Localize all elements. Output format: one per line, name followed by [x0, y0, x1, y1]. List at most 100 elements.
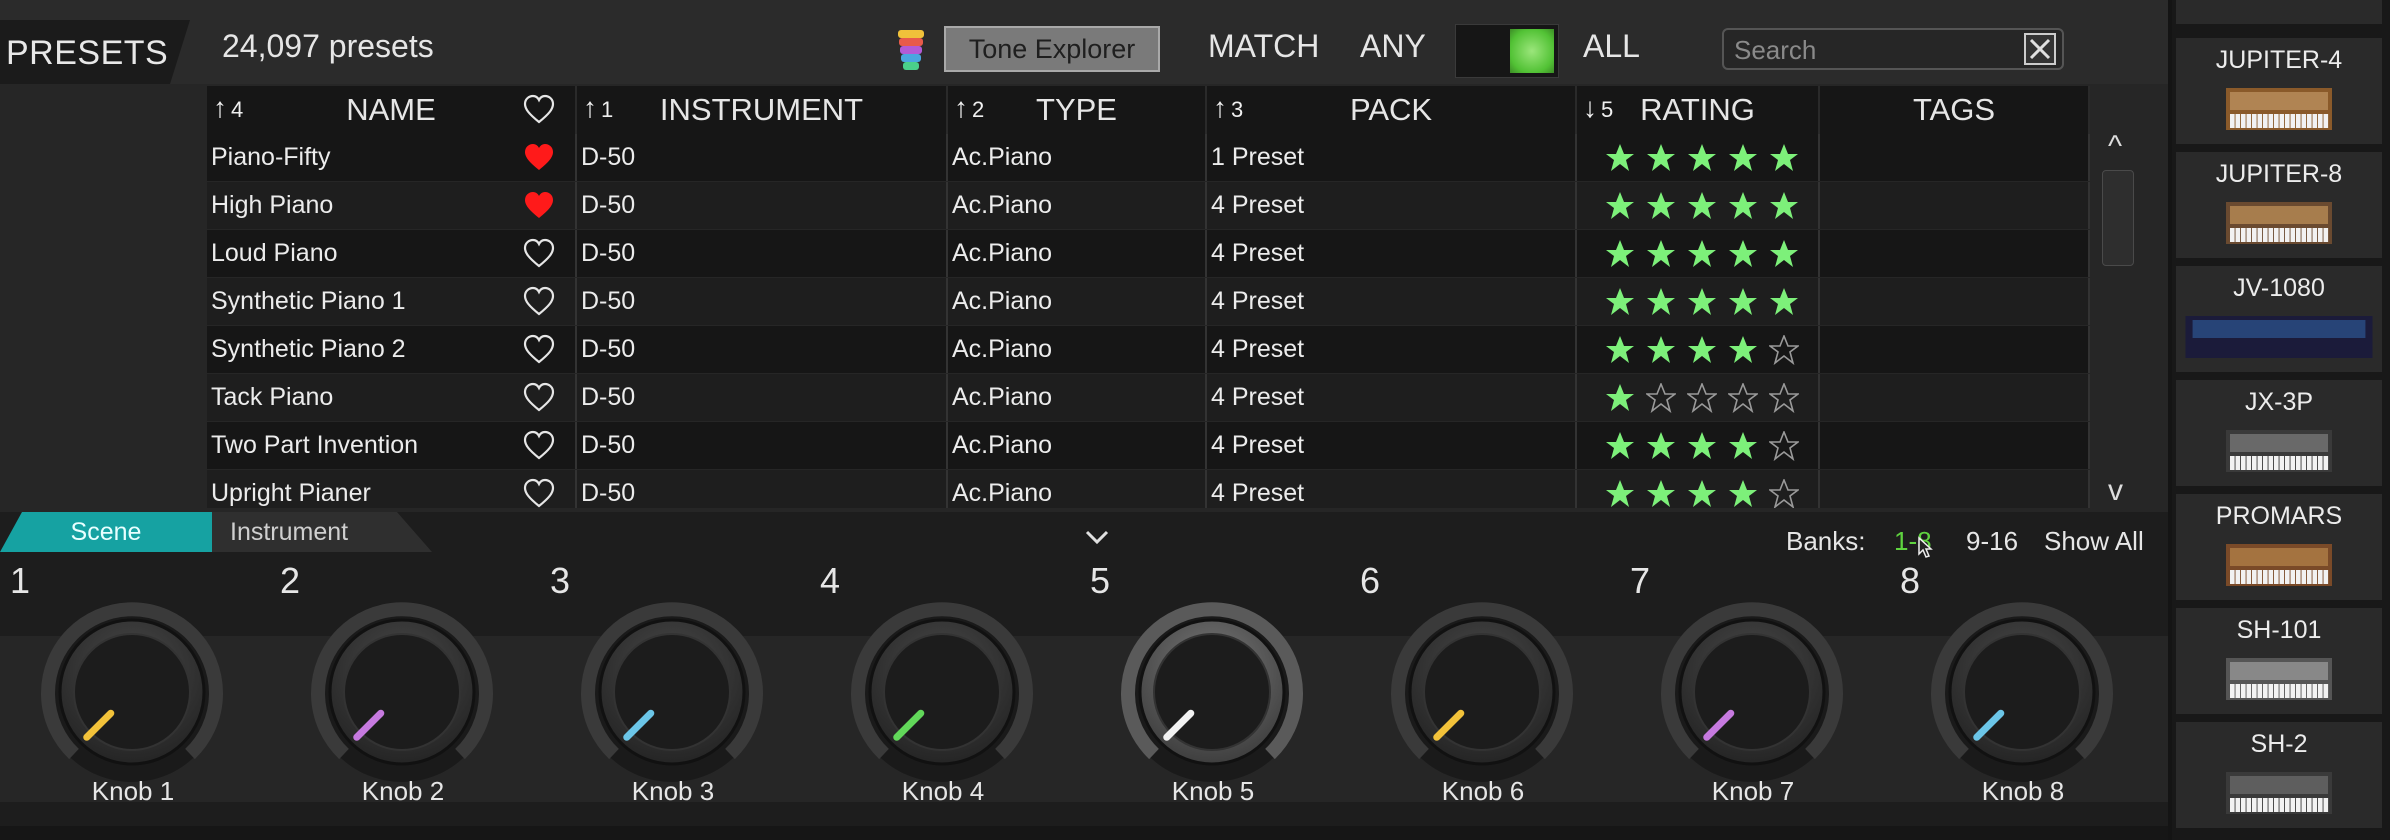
star-filled-icon[interactable]	[1605, 143, 1635, 173]
star-filled-icon[interactable]	[1728, 287, 1758, 317]
heart-outline-icon[interactable]	[523, 238, 555, 270]
star-filled-icon[interactable]	[1728, 143, 1758, 173]
knob-dial-icon[interactable]	[1116, 596, 1308, 788]
star-filled-icon[interactable]	[1646, 287, 1676, 317]
rating-stars[interactable]	[1577, 134, 1818, 181]
star-filled-icon[interactable]	[1605, 239, 1635, 269]
knob-dial-icon[interactable]	[1656, 596, 1848, 788]
star-empty-icon[interactable]	[1769, 382, 1799, 413]
scroll-thumb[interactable]	[2102, 170, 2134, 266]
star-filled-icon[interactable]	[1646, 479, 1676, 509]
star-filled-icon[interactable]	[1769, 287, 1799, 317]
column-header-type[interactable]: TYPE ↑ 2	[948, 86, 1207, 134]
rating-stars[interactable]	[1577, 422, 1818, 469]
star-empty-icon[interactable]	[1728, 382, 1758, 413]
table-row[interactable]: Piano-Fifty D-50 Ac.Piano 1 Preset	[207, 134, 2090, 182]
star-filled-icon[interactable]	[1728, 239, 1758, 269]
knob-6[interactable]: 6 Knob 6	[1356, 560, 1626, 820]
table-row[interactable]: High Piano D-50 Ac.Piano 4 Preset	[207, 182, 2090, 230]
rating-stars[interactable]	[1577, 470, 1818, 508]
tab-scene[interactable]: Scene	[0, 512, 212, 552]
star-filled-icon[interactable]	[1605, 479, 1635, 509]
knob-2[interactable]: 2 Knob 2	[276, 560, 546, 820]
instrument-item-top-partial[interactable]	[2176, 0, 2382, 24]
knob-3[interactable]: 3 Knob 3	[546, 560, 816, 820]
instrument-item-jupiter-8[interactable]: JUPITER-8	[2176, 152, 2382, 258]
rating-stars[interactable]	[1577, 182, 1818, 229]
rating-stars[interactable]	[1577, 278, 1818, 325]
knob-dial-icon[interactable]	[36, 596, 228, 788]
knob-5[interactable]: 5 Knob 5	[1086, 560, 1356, 820]
bank-9-16[interactable]: 9-16	[1966, 526, 2018, 557]
knob-7[interactable]: 7 Knob 7	[1626, 560, 1896, 820]
knob-4[interactable]: 4 Knob 4	[816, 560, 1086, 820]
star-filled-icon[interactable]	[1687, 479, 1717, 509]
match-all-label[interactable]: ALL	[1583, 28, 1640, 65]
table-row[interactable]: Tack Piano D-50 Ac.Piano 4 Preset	[207, 374, 2090, 422]
bank-show-all[interactable]: Show All	[2044, 526, 2144, 557]
star-empty-icon[interactable]	[1646, 382, 1676, 413]
heart-outline-icon[interactable]	[523, 478, 555, 508]
star-filled-icon[interactable]	[1687, 191, 1717, 221]
heart-outline-icon[interactable]	[523, 334, 555, 366]
knob-dial-icon[interactable]	[306, 596, 498, 788]
rating-stars[interactable]	[1577, 326, 1818, 373]
star-filled-icon[interactable]	[1687, 287, 1717, 317]
table-scrollbar[interactable]: ^ v	[2100, 130, 2136, 512]
presets-tab[interactable]: PRESETS	[0, 20, 190, 84]
star-filled-icon[interactable]	[1646, 431, 1676, 461]
star-filled-icon[interactable]	[1687, 431, 1717, 461]
star-empty-icon[interactable]	[1687, 382, 1717, 413]
star-filled-icon[interactable]	[1728, 431, 1758, 461]
star-filled-icon[interactable]	[1728, 479, 1758, 509]
table-row[interactable]: Two Part Invention D-50 Ac.Piano 4 Preset	[207, 422, 2090, 470]
table-row[interactable]: Synthetic Piano 1 D-50 Ac.Piano 4 Preset	[207, 278, 2090, 326]
instrument-item-jv-1080[interactable]: JV-1080	[2176, 266, 2382, 372]
tone-explorer-icon[interactable]	[896, 28, 926, 72]
star-filled-icon[interactable]	[1605, 287, 1635, 317]
star-filled-icon[interactable]	[1605, 383, 1635, 413]
instrument-item-sh-101[interactable]: SH-101	[2176, 608, 2382, 714]
table-row[interactable]: Loud Piano D-50 Ac.Piano 4 Preset	[207, 230, 2090, 278]
star-filled-icon[interactable]	[1769, 239, 1799, 269]
column-header-rating[interactable]: RATING ↓ 5	[1577, 86, 1820, 134]
instrument-item-sh-2[interactable]: SH-2	[2176, 722, 2382, 828]
knob-1[interactable]: 1 Knob 1	[6, 560, 276, 820]
star-empty-icon[interactable]	[1769, 430, 1799, 461]
match-mode-toggle[interactable]	[1455, 24, 1559, 78]
star-empty-icon[interactable]	[1769, 478, 1799, 509]
column-header-instrument[interactable]: INSTRUMENT ↑ 1	[577, 86, 948, 134]
match-any-label[interactable]: ANY	[1360, 28, 1426, 65]
rating-stars[interactable]	[1577, 374, 1818, 421]
instrument-item-jx-3p[interactable]: JX-3P	[2176, 380, 2382, 486]
star-filled-icon[interactable]	[1728, 191, 1758, 221]
scroll-down-button[interactable]: v	[2108, 474, 2123, 508]
star-filled-icon[interactable]	[1687, 239, 1717, 269]
column-header-tags[interactable]: TAGS	[1820, 86, 2090, 134]
rating-stars[interactable]	[1577, 230, 1818, 277]
search-input[interactable]	[1732, 34, 2006, 66]
search-clear-button[interactable]	[2024, 33, 2056, 65]
star-filled-icon[interactable]	[1769, 191, 1799, 221]
heart-outline-icon[interactable]	[523, 286, 555, 318]
knob-dial-icon[interactable]	[576, 596, 768, 788]
table-row[interactable]: Upright Pianer D-50 Ac.Piano 4 Preset	[207, 470, 2090, 508]
knob-dial-icon[interactable]	[1926, 596, 2118, 788]
heart-outline-icon[interactable]	[523, 382, 555, 414]
star-filled-icon[interactable]	[1728, 335, 1758, 365]
star-filled-icon[interactable]	[1769, 143, 1799, 173]
star-empty-icon[interactable]	[1769, 334, 1799, 365]
favorite-column-heart-icon[interactable]	[523, 94, 555, 126]
star-filled-icon[interactable]	[1687, 143, 1717, 173]
scroll-up-button[interactable]: ^	[2108, 130, 2122, 164]
instrument-item-jupiter-4[interactable]: JUPITER-4	[2176, 38, 2382, 144]
knob-dial-icon[interactable]	[846, 596, 1038, 788]
chevron-down-icon[interactable]	[1084, 528, 1110, 546]
star-filled-icon[interactable]	[1646, 335, 1676, 365]
star-filled-icon[interactable]	[1646, 239, 1676, 269]
star-filled-icon[interactable]	[1605, 431, 1635, 461]
heart-outline-icon[interactable]	[523, 430, 555, 462]
star-filled-icon[interactable]	[1646, 191, 1676, 221]
heart-filled-icon[interactable]	[523, 190, 555, 222]
instrument-item-promars[interactable]: PROMARS	[2176, 494, 2382, 600]
